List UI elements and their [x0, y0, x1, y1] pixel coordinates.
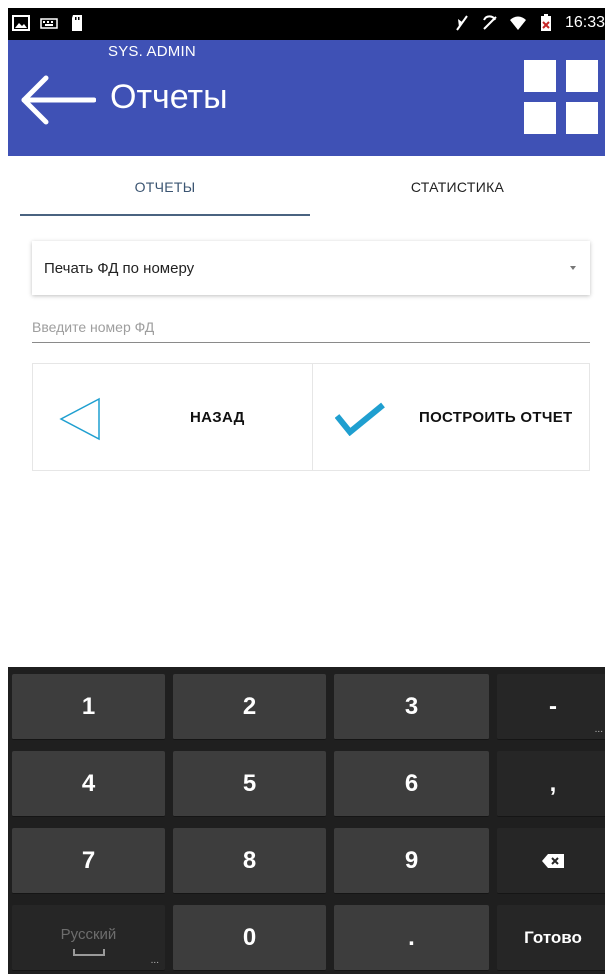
keyboard-icon [40, 18, 58, 29]
key-4[interactable]: 4 [12, 751, 165, 817]
mute-icon [456, 15, 468, 31]
back-button-label: НАЗАД [190, 409, 245, 426]
tab-statistics[interactable]: СТАТИСТИКА [310, 156, 605, 218]
more-keys-mark: ... [594, 724, 603, 735]
tab-indicator [20, 214, 310, 216]
page-title: Отчеты [110, 78, 228, 116]
more-keys-mark: ... [150, 955, 159, 966]
report-type-value: Печать ФД по номеру [44, 259, 195, 277]
action-buttons: НАЗАД ПОСТРОИТЬ ОТЧЕТ [32, 363, 590, 471]
gallery-icon [12, 15, 30, 31]
key-minus-label: - [549, 692, 557, 720]
key-minus[interactable]: - ... [497, 674, 605, 740]
key-9[interactable]: 9 [334, 828, 489, 894]
battery-icon [540, 14, 551, 31]
key-backspace[interactable] [497, 828, 605, 894]
status-time: 16:33 [564, 14, 605, 31]
back-triangle-icon [59, 397, 100, 441]
key-0[interactable]: 0 [173, 905, 326, 971]
key-2[interactable]: 2 [173, 674, 326, 740]
tab-reports[interactable]: ОТЧЕТЫ [20, 156, 310, 218]
tab-bar: ОТЧЕТЫ СТАТИСТИКА [8, 156, 605, 218]
screen: 16:33 SYS. ADMIN Отчеты ОТЧЕТЫ СТАТИСТИК… [8, 8, 605, 974]
fd-number-input[interactable] [32, 312, 590, 343]
back-arrow-icon[interactable] [16, 70, 96, 130]
app-bar: SYS. ADMIN Отчеты [8, 40, 605, 156]
wifi-icon [509, 16, 526, 30]
user-name: SYS. ADMIN [108, 43, 196, 60]
no-sync-icon [483, 15, 497, 30]
key-3[interactable]: 3 [334, 674, 489, 740]
language-label: Русский [60, 925, 117, 943]
report-type-select[interactable]: Печать ФД по номеру [32, 241, 590, 295]
space-icon [72, 948, 105, 956]
backspace-icon [542, 853, 564, 868]
build-report-label: ПОСТРОИТЬ ОТЧЕТ [419, 409, 573, 426]
key-done[interactable]: Готово [497, 905, 605, 971]
key-8[interactable]: 8 [173, 828, 326, 894]
key-5[interactable]: 5 [173, 751, 326, 817]
key-comma[interactable]: , [497, 751, 605, 817]
dropdown-arrow-icon [570, 266, 576, 270]
key-language[interactable]: Русский ... [12, 905, 165, 971]
numeric-keyboard: 1 2 3 - ... 4 5 6 , 7 8 9 Русский ... 0 … [8, 667, 605, 974]
sd-card-icon [72, 15, 82, 31]
checkmark-icon [335, 402, 385, 436]
key-period[interactable]: . [334, 905, 489, 971]
key-6[interactable]: 6 [334, 751, 489, 817]
status-bar: 16:33 [8, 8, 605, 40]
grid-menu-icon[interactable] [524, 60, 600, 136]
build-report-button[interactable]: ПОСТРОИТЬ ОТЧЕТ [313, 364, 590, 470]
key-7[interactable]: 7 [12, 828, 165, 894]
back-button[interactable]: НАЗАД [33, 364, 313, 470]
key-1[interactable]: 1 [12, 674, 165, 740]
